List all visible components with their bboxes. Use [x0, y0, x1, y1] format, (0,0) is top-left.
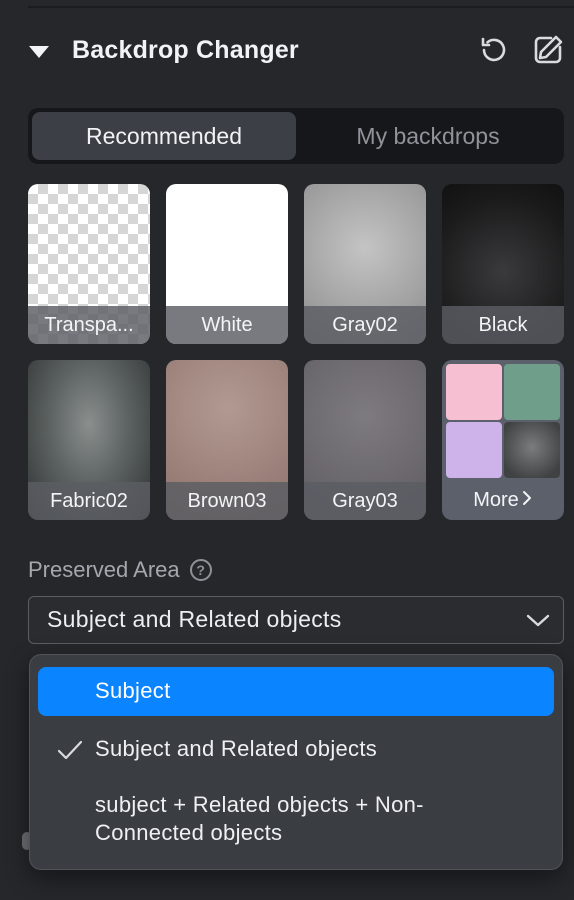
- backdrop-gray03[interactable]: Gray03: [304, 360, 426, 520]
- preview-swatch-pink: [446, 364, 502, 420]
- backdrop-label: Black: [442, 306, 564, 344]
- backdrop-label: Gray03: [304, 482, 426, 520]
- edit-pencil-icon: [531, 33, 565, 72]
- panel-header: Backdrop Changer: [28, 30, 568, 74]
- tab-recommended[interactable]: Recommended: [32, 112, 296, 160]
- edit-button[interactable]: [530, 34, 566, 70]
- more-text: More: [473, 488, 519, 511]
- more-label: More: [442, 480, 564, 520]
- tab-my-backdrops[interactable]: My backdrops: [296, 112, 560, 160]
- chevron-down-icon: [525, 609, 551, 636]
- preserved-area-dropdown: Subject Subject and Related objects subj…: [29, 654, 563, 870]
- backdrop-label: White: [166, 306, 288, 344]
- selected-value: Subject and Related objects: [47, 606, 342, 632]
- top-divider: [28, 6, 574, 8]
- checkmark-icon: [56, 738, 84, 768]
- reset-button[interactable]: [476, 34, 512, 70]
- backdrop-fabric02[interactable]: Fabric02: [28, 360, 150, 520]
- option-label: subject + Related objects + Non-Connecte…: [95, 792, 424, 845]
- backdrop-gray02[interactable]: Gray02: [304, 184, 426, 344]
- backdrop-brown03[interactable]: Brown03: [166, 360, 288, 520]
- preview-swatch-lavender: [446, 422, 502, 478]
- option-label: Subject: [95, 678, 171, 703]
- preview-swatch-green: [504, 364, 560, 420]
- backdrop-label: Brown03: [166, 482, 288, 520]
- preserved-area-select[interactable]: Subject and Related objects: [28, 596, 564, 644]
- option-subject-related[interactable]: Subject and Related objects: [38, 725, 554, 775]
- option-subject[interactable]: Subject: [38, 667, 554, 716]
- backdrop-label: Transpa...: [28, 306, 150, 344]
- panel-title: Backdrop Changer: [72, 36, 299, 64]
- backdrop-tabs: Recommended My backdrops: [28, 108, 564, 164]
- reset-icon: [477, 33, 511, 72]
- question-circle-icon[interactable]: ?: [189, 559, 212, 581]
- more-backdrops-button[interactable]: More: [442, 360, 564, 520]
- option-label: Subject and Related objects: [95, 736, 378, 761]
- backdrop-transparent[interactable]: Transpa...: [28, 184, 150, 344]
- chevron-right-icon: [521, 489, 533, 512]
- backdrop-label: Fabric02: [28, 482, 150, 520]
- backdrop-white[interactable]: White: [166, 184, 288, 344]
- triangle-down-icon[interactable]: [28, 42, 50, 62]
- option-subject-related-nonconnected[interactable]: subject + Related objects + Non-Connecte…: [38, 779, 554, 859]
- preview-swatch-texture: [504, 422, 560, 478]
- backdrop-label: Gray02: [304, 306, 426, 344]
- backdrop-black[interactable]: Black: [442, 184, 564, 344]
- preserved-area-label: Preserved Area ?: [28, 557, 212, 583]
- preserved-area-text: Preserved Area: [28, 557, 180, 582]
